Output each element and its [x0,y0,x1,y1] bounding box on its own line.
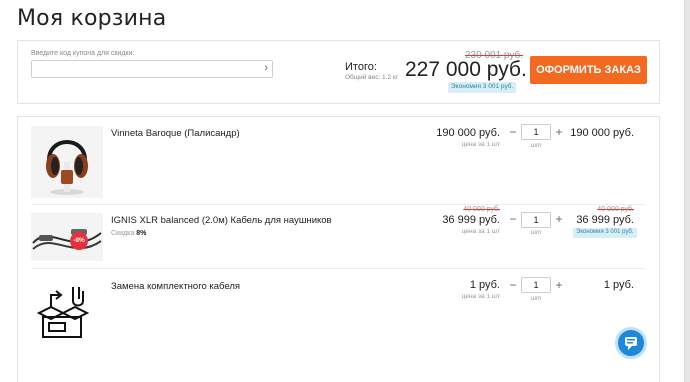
cart-summary-panel: Введите код купона для скидки: › Итого: … [17,40,660,104]
cart-item-row: Замена комплектного кабеля 1 руб. цена з… [18,269,659,359]
item-name[interactable]: IGNIS XLR balanced (2.0м) Кабель для нау… [111,215,332,226]
item-name[interactable]: Замена комплектного кабеля [111,281,240,292]
qty-decrease-button[interactable]: − [508,212,518,226]
coupon-label: Введите код купона для скидки: [31,50,135,57]
chat-button[interactable] [615,327,647,359]
item-sum-price: 36 999 руб. [576,214,634,226]
unit-price: 36 999 руб. [442,214,500,226]
chat-bubble-icon [625,337,637,350]
qty-decrease-button[interactable]: − [508,278,518,292]
unit-price: 190 000 руб. [436,127,500,139]
window-edge [684,0,690,382]
chevron-right-icon[interactable]: › [264,62,268,74]
checkout-button[interactable]: ОФОРМИТЬ ЗАКАЗ [530,56,647,84]
item-name[interactable]: Vinneta Baroque (Палисандр) [111,128,240,139]
discount-badge: -8% [70,232,88,250]
product-image-headphones[interactable] [31,126,103,198]
item-sum-old-price: 40 000 руб. [597,206,634,213]
cart-item-row: -8% IGNIS XLR balanced (2.0м) Кабель для… [18,205,659,267]
discount-value: 8% [136,230,147,237]
unit-price: 1 руб. [469,279,500,291]
qty-caption: шт [530,295,542,302]
item-saving-badge: Экономия 3 001 руб. [573,228,637,238]
total-saving-badge: Экономия 3 001 руб. [448,82,517,93]
qty-input[interactable]: 1 [521,212,551,228]
total-weight: Общий вес: 1.2 кг [345,74,399,81]
qty-input[interactable]: 1 [521,277,551,293]
unit-old-price: 40 000 руб. [463,206,500,213]
cart-item-row: Vinneta Baroque (Палисандр) 190 000 руб.… [18,117,659,207]
qty-decrease-button[interactable]: − [508,125,518,139]
product-image-cable[interactable] [31,213,103,261]
cable-box-icon [31,277,103,349]
unit-price-caption: цена за 1 шт [461,228,500,235]
coupon-input[interactable]: › [31,60,273,78]
total-label: Итого: [345,61,377,73]
item-sum-price: 190 000 руб. [570,127,634,139]
discount-label: Скидка [111,230,135,237]
qty-input[interactable]: 1 [521,124,551,140]
qty-caption: шт [530,142,542,149]
unit-price-caption: цена за 1 шт [461,141,500,148]
item-discount: Скидка 8% [111,230,146,237]
cart-items-panel: Vinneta Baroque (Палисандр) 190 000 руб.… [17,116,660,382]
page-title: Моя корзина [17,6,167,31]
qty-caption: шт [530,229,542,236]
item-sum-price: 1 руб. [603,279,634,291]
unit-price-caption: цена за 1 шт [461,293,500,300]
total-price: 227 000 руб. [405,58,527,81]
